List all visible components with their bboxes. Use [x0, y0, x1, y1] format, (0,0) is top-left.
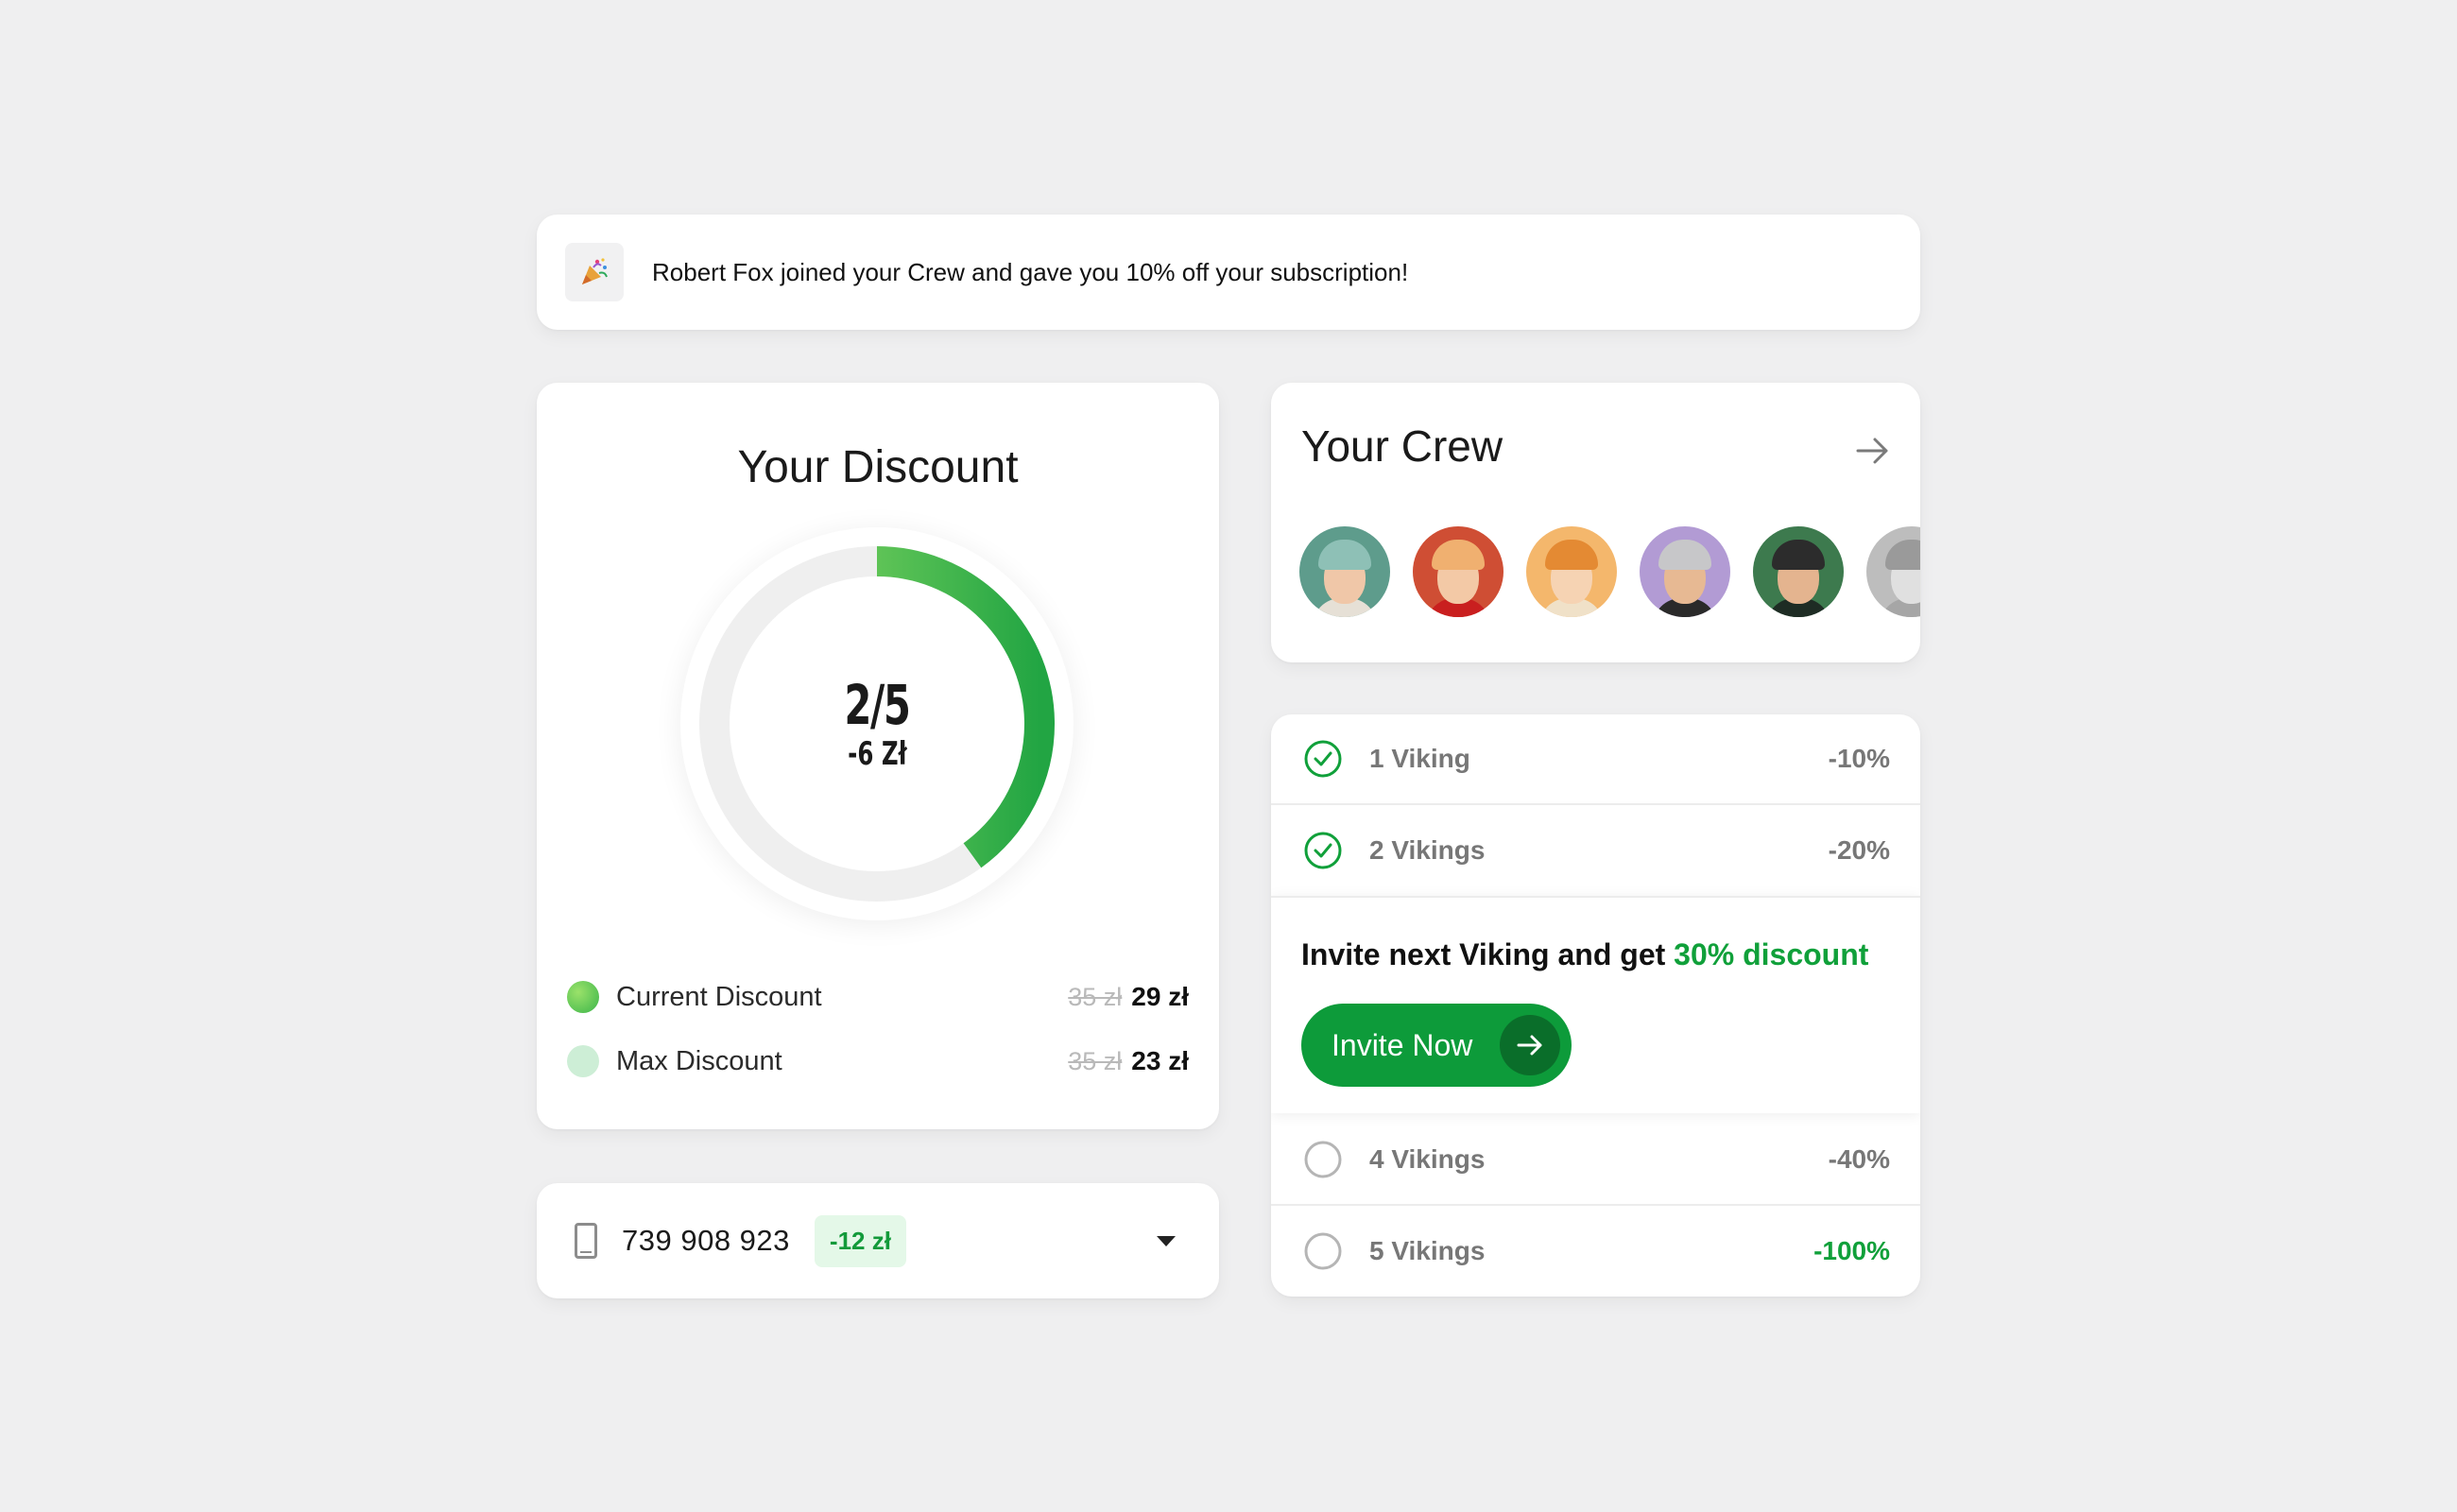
notification-banner: Robert Fox joined your Crew and gave you… [537, 215, 1920, 330]
crew-avatar[interactable] [1866, 526, 1920, 617]
invite-now-label: Invite Now [1332, 1027, 1473, 1062]
crew-avatar[interactable] [1526, 526, 1617, 617]
avatar-helmet [1545, 540, 1598, 570]
crew-avatars [1299, 526, 1920, 617]
empty-circle-icon [1304, 1232, 1342, 1270]
crew-avatar[interactable] [1753, 526, 1844, 617]
viking-label: 1 Viking [1369, 744, 1470, 773]
discount-card: Your Discount 2/5 -6 Zł Current Discount… [537, 383, 1219, 1129]
phone-selector[interactable]: 739 908 923 -12 zł [537, 1183, 1219, 1298]
legend-label: Current Discount [616, 981, 822, 1012]
crew-avatar[interactable] [1640, 526, 1730, 617]
max-discount-dot [567, 1045, 599, 1077]
avatar-helmet [1432, 540, 1485, 570]
invite-now-button[interactable]: Invite Now [1301, 1004, 1572, 1087]
check-circle-icon [1304, 832, 1342, 869]
new-price: 29 zł [1131, 982, 1189, 1011]
empty-circle-icon [1304, 1141, 1342, 1178]
crew-avatar[interactable] [1299, 526, 1390, 617]
viking-percent: -20% [1828, 835, 1890, 865]
viking-label: 2 Vikings [1369, 835, 1486, 865]
arrow-right-icon[interactable] [1854, 432, 1892, 470]
notification-text: Robert Fox joined your Crew and gave you… [652, 257, 1409, 286]
viking-label: 5 Vikings [1369, 1236, 1486, 1265]
discount-amount: -6 Zł [847, 735, 907, 773]
phone-number: 739 908 923 [622, 1224, 790, 1257]
party-popper-icon [565, 243, 624, 301]
avatar-helmet [1318, 540, 1371, 570]
invite-text-prefix: Invite next Viking and get [1301, 937, 1675, 971]
viking-row-4: 4 Vikings -40% [1271, 1115, 1920, 1206]
viking-row-2: 2 Vikings -20% [1271, 805, 1920, 896]
old-price: 35 zł [1068, 982, 1123, 1011]
old-price: 35 zł [1068, 1046, 1123, 1075]
legend-max-discount: Max Discount 35 zł 23 zł [567, 1042, 1189, 1080]
avatar-helmet [1885, 540, 1920, 570]
viking-percent: -10% [1828, 744, 1890, 773]
viking-percent: -100% [1813, 1236, 1890, 1265]
new-price: 23 zł [1131, 1046, 1189, 1075]
invite-section: Invite next Viking and get 30% discount … [1271, 896, 1920, 1113]
avatar-helmet [1772, 540, 1825, 570]
crew-avatar[interactable] [1413, 526, 1503, 617]
viking-row-5: 5 Vikings -100% [1271, 1206, 1920, 1297]
crew-card: Your Crew [1271, 383, 1920, 662]
check-circle-icon [1304, 740, 1342, 778]
ring-center: 2/5 -6 Zł [680, 527, 1074, 920]
legend-label: Max Discount [616, 1045, 782, 1076]
viking-label: 4 Vikings [1369, 1144, 1486, 1174]
chevron-down-icon[interactable] [1157, 1235, 1176, 1246]
vikings-list: 1 Viking -10% 2 Vikings -20% Invite next… [1271, 714, 1920, 1297]
crew-title: Your Crew [1301, 421, 1503, 471]
phone-discount-badge: -12 zł [814, 1214, 906, 1267]
avatar-helmet [1658, 540, 1711, 570]
discount-fraction: 2/5 [844, 673, 910, 737]
arrow-right-icon [1500, 1015, 1560, 1075]
discount-title: Your Discount [737, 442, 1019, 492]
phone-icon [575, 1223, 597, 1259]
current-discount-dot [567, 981, 599, 1013]
invite-text-highlight: 30% discount [1674, 937, 1869, 971]
discount-progress-ring: 2/5 -6 Zł [680, 527, 1074, 920]
viking-percent: -40% [1828, 1144, 1890, 1174]
invite-text: Invite next Viking and get 30% discount [1301, 937, 1868, 972]
viking-row-1: 1 Viking -10% [1271, 714, 1920, 805]
legend-current-discount: Current Discount 35 zł 29 zł [567, 978, 1189, 1016]
